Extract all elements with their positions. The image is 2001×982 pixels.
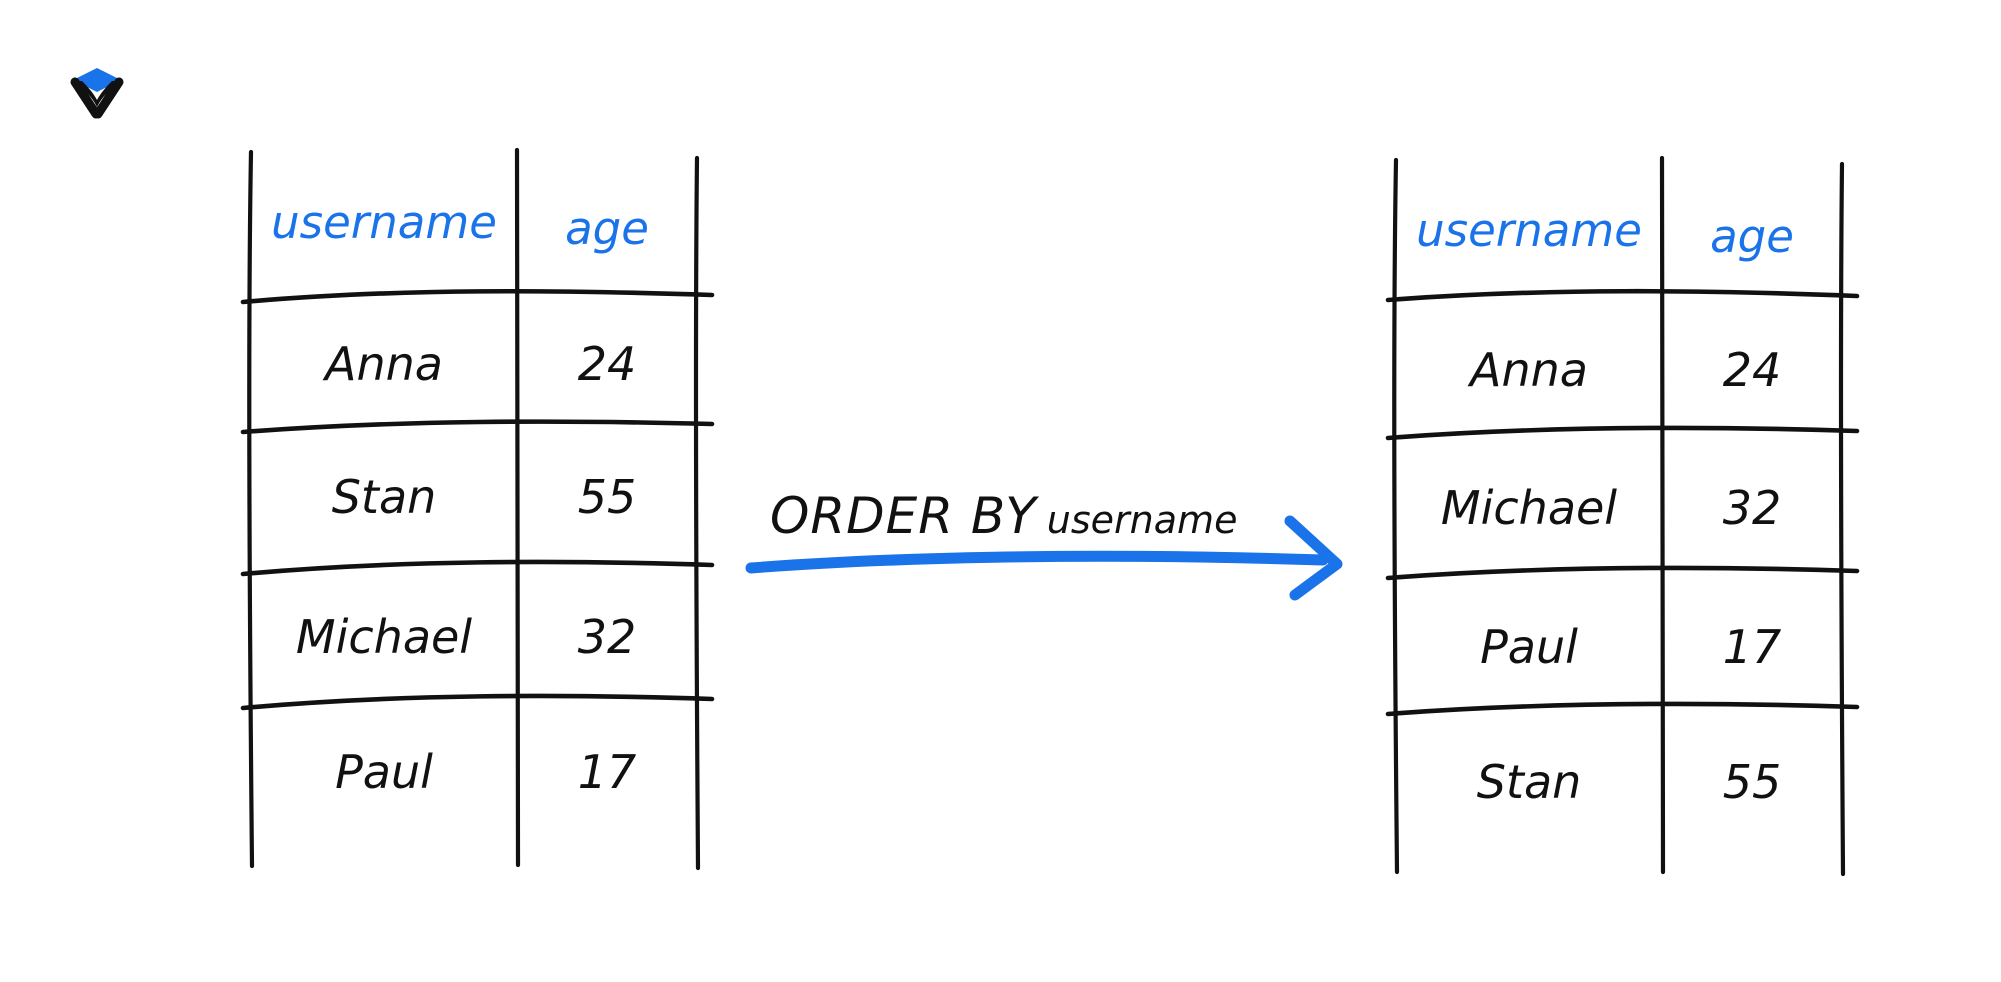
source-cell-username-3: Paul	[335, 745, 433, 799]
result-cell-age-3: 55	[1722, 755, 1782, 809]
result-cell-age-1: 32	[1722, 481, 1782, 535]
source-header-username: username	[271, 196, 497, 249]
order-by-column: username	[1046, 498, 1238, 542]
result-cell-username-1: Michael	[1440, 481, 1618, 535]
order-by-label: ORDER BY username	[770, 487, 1237, 545]
source-cell-age-3: 17	[577, 745, 637, 799]
source-header-age: age	[565, 202, 649, 255]
result-cell-age-2: 17	[1722, 620, 1782, 674]
source-cell-username-0: Anna	[325, 337, 443, 391]
result-cell-age-0: 24	[1722, 343, 1782, 397]
source-cell-age-0: 24	[577, 337, 637, 391]
result-header-age: age	[1710, 210, 1794, 263]
source-cell-username-1: Stan	[331, 470, 437, 524]
source-cell-age-2: 32	[577, 610, 637, 664]
order-by-keyword: ORDER BY	[770, 487, 1037, 545]
result-header-username: username	[1416, 204, 1642, 257]
result-cell-username-2: Paul	[1480, 620, 1578, 674]
result-cell-username-0: Anna	[1470, 343, 1588, 397]
result-cell-username-3: Stan	[1476, 755, 1582, 809]
source-cell-age-1: 55	[577, 470, 637, 524]
source-cell-username-2: Michael	[295, 610, 473, 664]
